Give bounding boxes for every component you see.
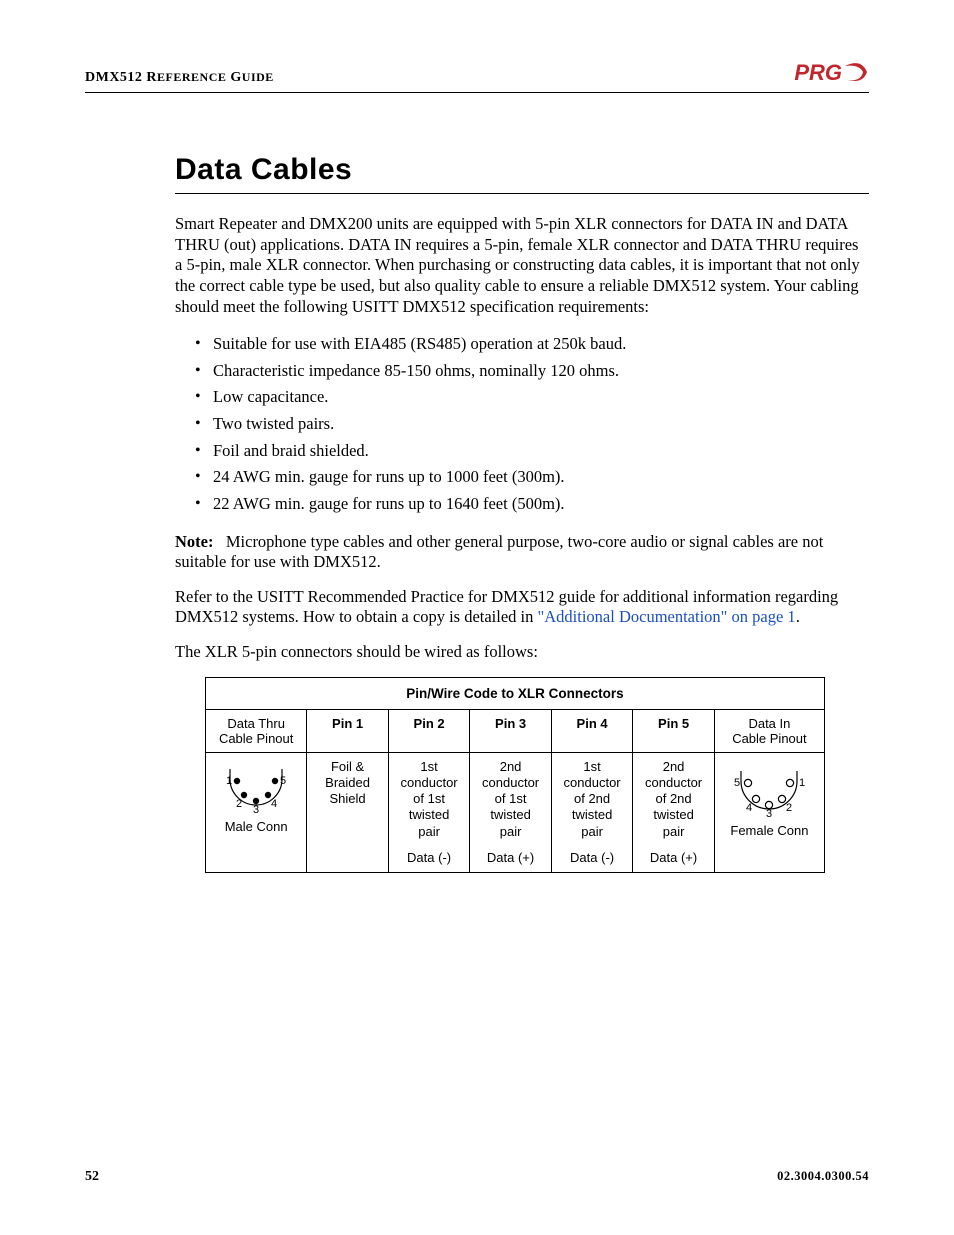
pin3-sign: Data (+) [474,850,547,866]
pin2-text: 1stconductorof 1sttwistedpair [401,759,458,839]
table-header-row: Data Thru Cable Pinout Pin 1 Pin 2 Pin 3… [206,709,825,752]
table-title: Pin/Wire Code to XLR Connectors [206,677,825,709]
female-pin-5: 5 [734,777,740,789]
wiring-intro: The XLR 5-pin connectors should be wired… [175,642,869,663]
col-pin5: Pin 5 [633,709,715,752]
title-rule [175,193,869,194]
guide-title-text: DMX512 REFERENCE GUIDE [85,70,274,85]
list-item: Characteristic impedance 85-150 ohms, no… [195,358,869,385]
pin5-text: 2ndconductorof 2ndtwistedpair [645,759,702,839]
note-paragraph: Note: Microphone type cables and other g… [175,532,869,573]
pin1-text: Foil &BraidedShield [325,759,370,807]
spec-list: Suitable for use with EIA485 (RS485) ope… [175,331,869,517]
intro-paragraph: Smart Repeater and DMX200 units are equi… [175,214,869,317]
table-title-row: Pin/Wire Code to XLR Connectors [206,677,825,709]
refer-post: . [796,607,800,626]
list-item: Two twisted pairs. [195,411,869,438]
logo-swoosh-icon [843,62,869,84]
document-number: 02.3004.0300.54 [777,1169,869,1184]
male-xlr-icon: 1 2 3 4 5 [220,759,292,813]
note-label: Note: [175,532,213,551]
female-xlr-icon: 1 2 3 4 5 [729,759,809,817]
pin1-desc: Foil &BraidedShield [307,752,389,873]
col-data-thru: Data Thru Cable Pinout [206,709,307,752]
prg-logo: PRG [794,60,869,86]
logo-text: PRG [794,60,842,86]
data-in-l2: Cable Pinout [732,731,806,746]
male-pin-1: 1 [226,775,232,787]
pin3-desc: 2ndconductorof 1sttwistedpair Data (+) [470,752,552,873]
main-content: Data Cables Smart Repeater and DMX200 un… [85,93,869,873]
note-text: Microphone type cables and other general… [175,532,823,572]
pinout-table: Pin/Wire Code to XLR Connectors Data Thr… [205,677,825,874]
male-connector-label: Male Conn [225,819,288,834]
col-pin4: Pin 4 [551,709,633,752]
data-in-l1: Data In [748,716,790,731]
list-item: Suitable for use with EIA485 (RS485) ope… [195,331,869,358]
male-pin-3: 3 [253,804,259,813]
female-pin-2: 2 [786,802,792,814]
pin4-sign: Data (-) [556,850,629,866]
male-pin-4: 4 [271,798,277,810]
data-thru-l1: Data Thru [227,716,285,731]
list-item: Low capacitance. [195,384,869,411]
female-pin-1: 1 [799,777,805,789]
pinout-table-wrap: Pin/Wire Code to XLR Connectors Data Thr… [205,677,869,874]
page-header: DMX512 REFERENCE GUIDE PRG [85,60,869,90]
male-pin-2: 2 [236,798,242,810]
female-connector-label: Female Conn [730,823,808,838]
male-connector-cell: 1 2 3 4 5 Male Conn [206,752,307,873]
pin5-sign: Data (+) [637,850,710,866]
pin2-desc: 1stconductorof 1sttwistedpair Data (-) [388,752,470,873]
female-connector-cell: 1 2 3 4 5 Female Conn [714,752,824,873]
pin4-desc: 1stconductorof 2ndtwistedpair Data (-) [551,752,633,873]
pin5-desc: 2ndconductorof 2ndtwistedpair Data (+) [633,752,715,873]
list-item: Foil and braid shielded. [195,438,869,465]
female-pin-3: 3 [766,808,772,817]
female-pin-4: 4 [746,802,752,814]
page-number: 52 [85,1169,99,1185]
section-title: Data Cables [175,153,869,187]
list-item: 24 AWG min. gauge for runs up to 1000 fe… [195,464,869,491]
col-pin1: Pin 1 [307,709,389,752]
col-pin3: Pin 3 [470,709,552,752]
table-data-row: 1 2 3 4 5 Male Conn Foil &BraidedShield … [206,752,825,873]
pin3-text: 2ndconductorof 1sttwistedpair [482,759,539,839]
data-thru-l2: Cable Pinout [219,731,293,746]
guide-title: DMX512 REFERENCE GUIDE [85,70,274,86]
col-data-in: Data In Cable Pinout [714,709,824,752]
col-pin2: Pin 2 [388,709,470,752]
additional-documentation-link[interactable]: "Additional Documentation" on page 1 [538,607,796,626]
list-item: 22 AWG min. gauge for runs up to 1640 fe… [195,491,869,518]
refer-paragraph: Refer to the USITT Recommended Practice … [175,587,869,628]
pin2-sign: Data (-) [393,850,466,866]
page-footer: 52 02.3004.0300.54 [85,1169,869,1185]
male-pin-5: 5 [280,775,286,787]
pin4-text: 1stconductorof 2ndtwistedpair [564,759,621,839]
